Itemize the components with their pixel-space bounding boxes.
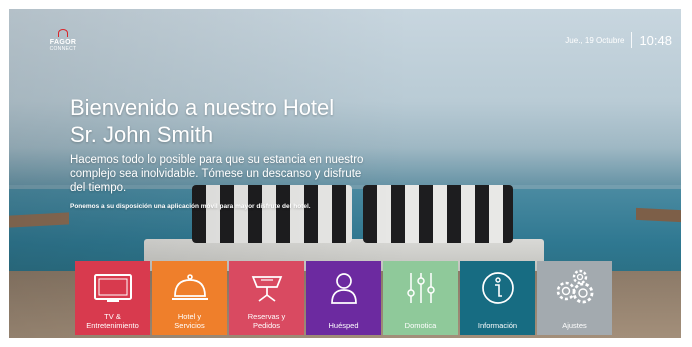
info-icon (460, 269, 535, 307)
logo-mark-icon (58, 29, 68, 37)
tile-label: Información (477, 321, 518, 330)
tile-label: Huésped (328, 321, 359, 330)
tile-label: Hotel y Servicios (174, 312, 205, 330)
welcome-description: Hacemos todo lo posible para que su esta… (70, 153, 400, 195)
tv-icon (75, 269, 150, 307)
room-service-icon (229, 269, 304, 307)
tile-informacion[interactable]: Información (460, 261, 535, 335)
tile-domotica[interactable]: Domotica (383, 261, 458, 335)
app-note: Ponemos a su disposición una aplicación … (70, 203, 311, 210)
tile-reservas-pedidos[interactable]: Reservas y Pedidos (229, 261, 304, 335)
tile-huesped[interactable]: Huésped (306, 261, 381, 335)
tile-tv-entretenimiento[interactable]: TV & Entretenimiento (75, 261, 150, 335)
current-date: Jue., 19 Octubre (565, 35, 625, 45)
tv-screen: FAGOR CONNECT Jue., 19 Octubre 10:48 Bie… (9, 9, 681, 338)
current-time: 10:48 (639, 32, 672, 48)
description-line: complejo sea inolvidable. Tómese un desc… (70, 168, 362, 180)
user-icon (306, 269, 381, 307)
logo-title: FAGOR (49, 39, 77, 46)
divider (631, 32, 633, 48)
description-line: Hacemos todo lo posible para que su esta… (70, 154, 364, 166)
gears-icon (537, 269, 612, 307)
tile-ajustes[interactable]: Ajustes (537, 261, 612, 335)
description-line: del tiempo. (70, 182, 127, 194)
tile-label: Domotica (404, 321, 437, 330)
tile-label: Ajustes (562, 321, 587, 330)
fagor-connect-logo: FAGOR CONNECT (45, 29, 81, 52)
main-menu: TV & Entretenimiento Hotel y Servicios Res… (75, 261, 612, 335)
tile-hotel-servicios[interactable]: Hotel y Servicios (152, 261, 227, 335)
guest-name: Sr. John Smith (70, 122, 214, 147)
sliders-icon (383, 269, 458, 307)
welcome-title: Bienvenido a nuestro Hotel (70, 95, 335, 120)
tile-label: TV & Entretenimiento (86, 312, 139, 330)
welcome-panel: Bienvenido a nuestro Hotel Sr. John Smit… (70, 94, 400, 210)
logo-subtitle: CONNECT (49, 46, 77, 52)
tile-label: Reservas y Pedidos (247, 312, 286, 330)
date-time: Jue., 19 Octubre 10:48 (565, 32, 672, 48)
service-bell-icon (152, 269, 227, 307)
